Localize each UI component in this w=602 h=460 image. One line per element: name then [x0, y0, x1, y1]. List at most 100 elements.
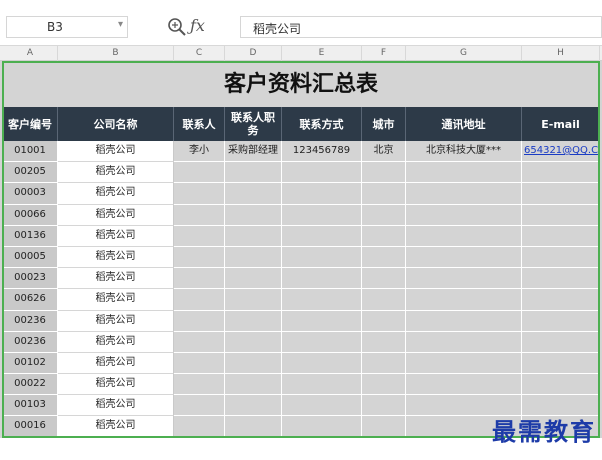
table-cell[interactable]: 稻壳公司: [58, 225, 174, 247]
table-cell[interactable]: 稻壳公司: [58, 162, 174, 184]
table-cell[interactable]: [225, 289, 282, 311]
table-cell[interactable]: [282, 374, 362, 396]
table-cell[interactable]: 北京: [362, 141, 406, 163]
table-cell[interactable]: 00016: [3, 416, 58, 438]
column-header-h[interactable]: H: [522, 46, 600, 62]
table-cell[interactable]: 01001: [3, 141, 58, 163]
table-cell[interactable]: [225, 246, 282, 269]
table-cell[interactable]: [362, 395, 406, 417]
table-cell[interactable]: 00205: [3, 162, 58, 184]
table-cell[interactable]: 00236: [3, 331, 58, 353]
table-cell[interactable]: 采购部经理: [225, 141, 282, 163]
table-cell[interactable]: 稻壳公司: [58, 331, 174, 353]
table-cell[interactable]: [282, 395, 362, 417]
header-cell[interactable]: 公司名称: [58, 107, 174, 141]
table-cell[interactable]: 00136: [3, 225, 58, 247]
table-cell[interactable]: 00626: [3, 289, 58, 311]
table-cell[interactable]: [406, 162, 522, 184]
table-cell[interactable]: 00103: [3, 395, 58, 417]
column-header-c[interactable]: C: [174, 46, 225, 62]
column-header-a[interactable]: A: [3, 46, 58, 62]
table-cell[interactable]: 00066: [3, 204, 58, 226]
column-header-f[interactable]: F: [362, 46, 406, 62]
table-cell[interactable]: 稻壳公司: [58, 268, 174, 290]
table-cell[interactable]: [406, 374, 522, 396]
table-cell[interactable]: [225, 352, 282, 375]
table-cell[interactable]: [282, 162, 362, 184]
table-cell[interactable]: [362, 204, 406, 226]
table-cell[interactable]: [362, 225, 406, 247]
table-cell[interactable]: [282, 416, 362, 438]
table-cell[interactable]: [225, 331, 282, 353]
table-cell[interactable]: [282, 204, 362, 226]
table-cell[interactable]: 稻壳公司: [58, 204, 174, 226]
table-cell[interactable]: [225, 374, 282, 396]
table-cell[interactable]: [362, 374, 406, 396]
table-cell[interactable]: 稻壳公司: [58, 416, 174, 438]
table-cell[interactable]: 稻壳公司: [58, 183, 174, 205]
table-cell[interactable]: [522, 374, 600, 396]
table-cell[interactable]: [225, 204, 282, 226]
table-cell[interactable]: [174, 225, 225, 247]
table-cell[interactable]: 李小: [174, 141, 225, 163]
table-cell[interactable]: [282, 331, 362, 353]
table-cell[interactable]: [225, 162, 282, 184]
table-cell[interactable]: [362, 352, 406, 375]
table-cell[interactable]: [282, 246, 362, 269]
table-cell[interactable]: [362, 246, 406, 269]
table-cell[interactable]: [174, 268, 225, 290]
table-cell[interactable]: 稻壳公司: [58, 246, 174, 269]
table-cell[interactable]: 稻壳公司: [58, 374, 174, 396]
table-cell[interactable]: [174, 246, 225, 269]
table-cell[interactable]: [406, 246, 522, 269]
table-cell[interactable]: [522, 331, 600, 353]
chevron-down-icon[interactable]: ▾: [118, 19, 123, 30]
table-cell[interactable]: [522, 310, 600, 332]
table-cell[interactable]: [174, 416, 225, 438]
table-cell[interactable]: 00022: [3, 374, 58, 396]
table-cell[interactable]: [362, 183, 406, 205]
table-cell[interactable]: 稻壳公司: [58, 289, 174, 311]
table-cell[interactable]: 00236: [3, 310, 58, 332]
header-cell[interactable]: E-mail: [522, 107, 600, 141]
header-cell[interactable]: 联系人职务: [225, 107, 282, 141]
zoom-search-icon[interactable]: [166, 16, 188, 38]
header-cell[interactable]: 城市: [362, 107, 406, 141]
table-cell[interactable]: [406, 289, 522, 311]
table-cell[interactable]: [406, 331, 522, 353]
table-cell[interactable]: 稻壳公司: [58, 395, 174, 417]
table-cell[interactable]: 00023: [3, 268, 58, 290]
table-cell[interactable]: [406, 310, 522, 332]
header-cell[interactable]: 通讯地址: [406, 107, 522, 141]
table-cell[interactable]: [282, 268, 362, 290]
table-cell[interactable]: [522, 289, 600, 311]
table-cell[interactable]: [174, 204, 225, 226]
table-cell[interactable]: 稻壳公司: [58, 141, 174, 163]
table-cell[interactable]: [406, 204, 522, 226]
table-cell[interactable]: 北京科技大厦***: [406, 141, 522, 163]
table-cell[interactable]: [406, 268, 522, 290]
formula-input[interactable]: 稻壳公司: [240, 16, 602, 38]
table-cell[interactable]: [174, 289, 225, 311]
table-cell[interactable]: 稻壳公司: [58, 310, 174, 332]
table-cell[interactable]: [225, 183, 282, 205]
table-cell[interactable]: [406, 225, 522, 247]
table-cell[interactable]: [362, 289, 406, 311]
table-cell[interactable]: [522, 352, 600, 375]
email-link[interactable]: 654321@QQ.COM: [522, 141, 600, 163]
table-cell[interactable]: [406, 183, 522, 205]
table-cell[interactable]: 00003: [3, 183, 58, 205]
table-cell[interactable]: [522, 268, 600, 290]
table-cell[interactable]: [282, 352, 362, 375]
table-cell[interactable]: 稻壳公司: [58, 352, 174, 375]
header-cell[interactable]: 客户编号: [3, 107, 58, 141]
table-cell[interactable]: [362, 416, 406, 438]
table-cell[interactable]: [522, 162, 600, 184]
table-cell[interactable]: [406, 352, 522, 375]
table-cell[interactable]: [362, 310, 406, 332]
table-cell[interactable]: [174, 331, 225, 353]
table-cell[interactable]: [362, 268, 406, 290]
table-cell[interactable]: [174, 162, 225, 184]
table-cell[interactable]: [174, 183, 225, 205]
column-header-e[interactable]: E: [282, 46, 362, 62]
